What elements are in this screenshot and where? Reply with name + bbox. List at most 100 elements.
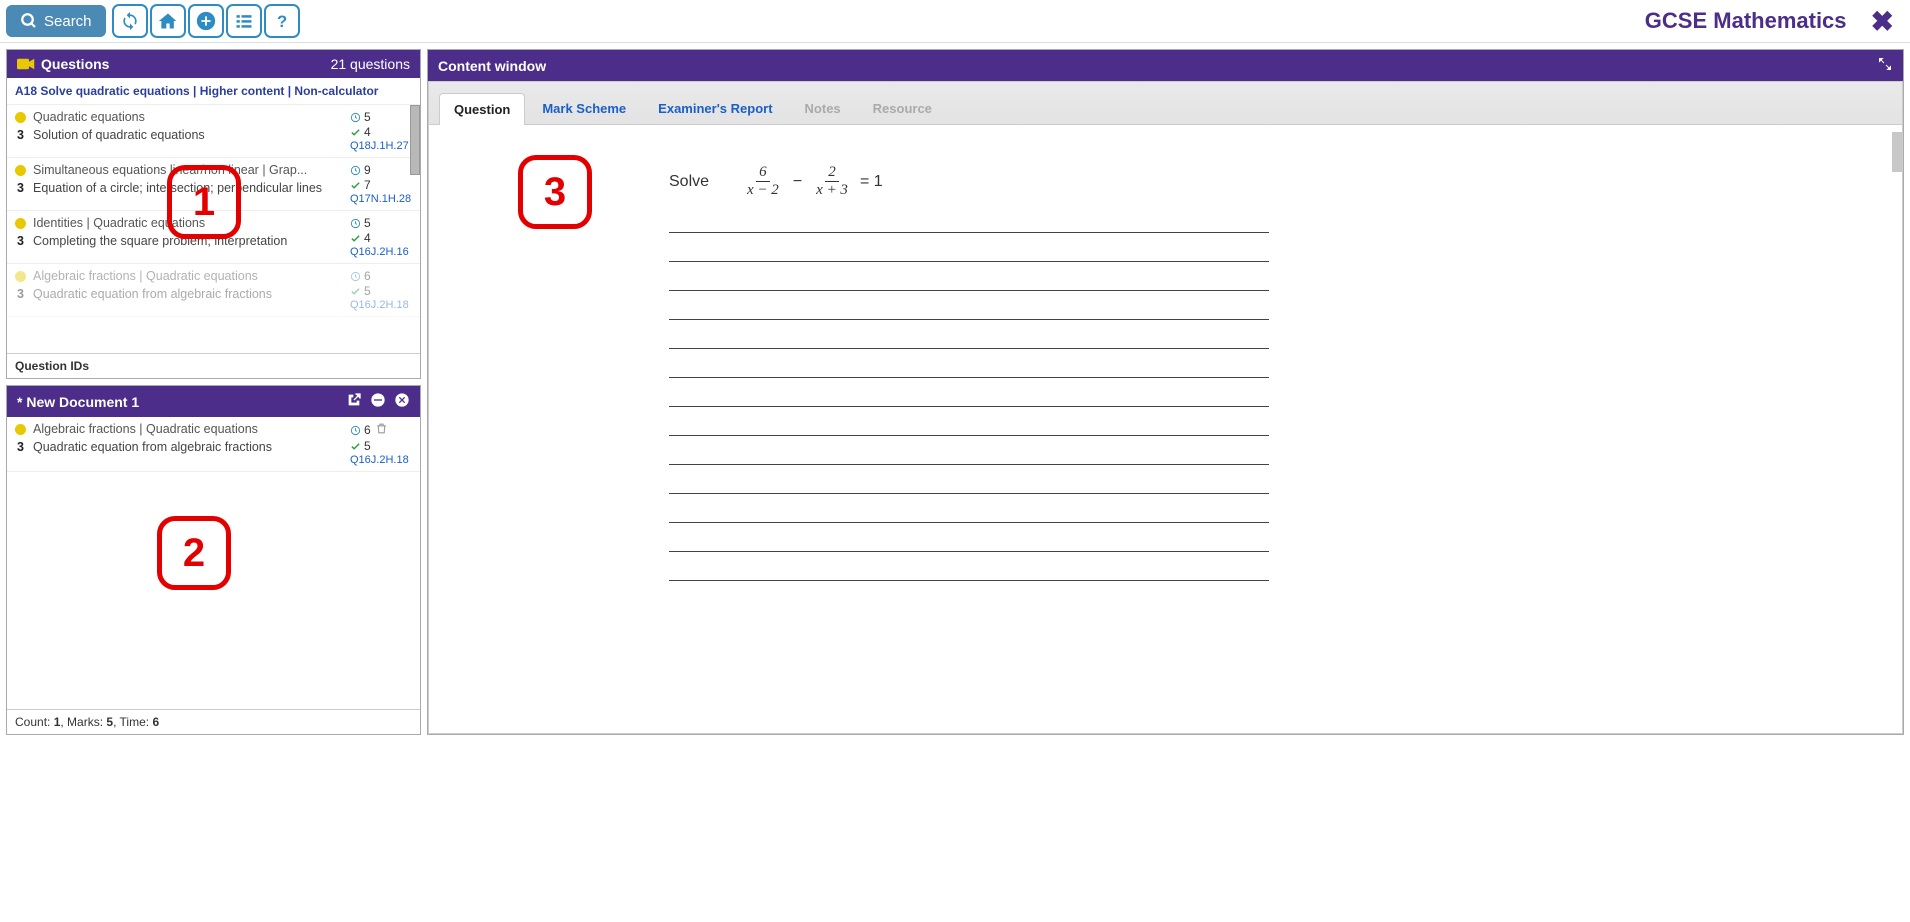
tab-resource: Resource bbox=[858, 92, 947, 124]
close-button[interactable]: ✖ bbox=[1871, 5, 1894, 38]
close-doc-button[interactable] bbox=[394, 392, 410, 411]
content-body: QuestionMark SchemeExaminer's ReportNote… bbox=[428, 81, 1903, 734]
help-button[interactable]: ? bbox=[264, 4, 300, 38]
difficulty-dot bbox=[15, 424, 26, 435]
answer-line bbox=[669, 435, 1269, 436]
tab-examiner-s-report[interactable]: Examiner's Report bbox=[643, 92, 787, 124]
list-icon bbox=[234, 11, 254, 31]
expand-button[interactable] bbox=[1877, 56, 1893, 75]
difficulty-dot bbox=[15, 112, 26, 123]
difficulty-dot bbox=[15, 218, 26, 229]
clock-icon bbox=[350, 425, 361, 436]
page-title: GCSE Mathematics bbox=[1645, 8, 1847, 34]
scrollbar[interactable] bbox=[410, 105, 420, 175]
equals-sign: = 1 bbox=[860, 173, 883, 191]
question-id-link[interactable]: Q16J.2H.16 bbox=[350, 246, 412, 258]
refresh-button[interactable] bbox=[112, 4, 148, 38]
question-subtitle: Quadratic equation from algebraic fracti… bbox=[33, 440, 272, 454]
answer-line bbox=[669, 522, 1269, 523]
refresh-icon bbox=[120, 11, 140, 31]
answer-line bbox=[669, 377, 1269, 378]
frac2-den: x + 3 bbox=[813, 182, 851, 198]
check-icon bbox=[350, 286, 361, 297]
count-label: Count: bbox=[15, 715, 54, 729]
check-icon bbox=[350, 441, 361, 452]
question-title: Quadratic equations bbox=[33, 110, 145, 124]
question-item[interactable]: Algebraic fractions | Quadratic equation… bbox=[7, 264, 420, 317]
question-id-link[interactable]: Q16J.2H.18 bbox=[350, 454, 412, 466]
difficulty-dot bbox=[15, 271, 26, 282]
question-id-link[interactable]: Q18J.1H.27 bbox=[350, 140, 412, 152]
time-value: 5 bbox=[364, 110, 371, 124]
fraction-2: 2 x + 3 bbox=[813, 165, 851, 198]
difficulty-dot bbox=[15, 165, 26, 176]
tab-question[interactable]: Question bbox=[439, 93, 525, 125]
question-number: 3 bbox=[15, 440, 26, 454]
check-icon bbox=[350, 180, 361, 191]
question-item[interactable]: Algebraic fractions | Quadratic equation… bbox=[7, 417, 420, 472]
check-icon bbox=[350, 127, 361, 138]
open-external-button[interactable] bbox=[346, 392, 362, 411]
svg-text:?: ? bbox=[277, 12, 287, 31]
main: Questions 21 questions A18 Solve quadrat… bbox=[0, 43, 1910, 741]
marks-value: 7 bbox=[364, 178, 371, 192]
document-panel: * New Document 1 Algebraic fractions | Q… bbox=[6, 385, 421, 735]
marks-value: 4 bbox=[364, 231, 371, 245]
marks-value: 4 bbox=[364, 125, 371, 139]
question-icon: ? bbox=[272, 11, 292, 31]
clock-icon bbox=[350, 218, 361, 229]
content-scrollbar[interactable] bbox=[1892, 132, 1902, 172]
search-button[interactable]: Search bbox=[6, 5, 106, 37]
document-list[interactable]: Algebraic fractions | Quadratic equation… bbox=[7, 417, 420, 709]
frac1-den: x − 2 bbox=[744, 182, 782, 198]
answer-line bbox=[669, 348, 1269, 349]
question-item[interactable]: Quadratic equations 3 Solution of quadrat… bbox=[7, 105, 420, 158]
question-subtitle: Solution of quadratic equations bbox=[33, 128, 205, 142]
plus-circle-icon bbox=[195, 10, 217, 32]
content-tabs: QuestionMark SchemeExaminer's ReportNote… bbox=[429, 82, 1902, 125]
expand-icon bbox=[1877, 56, 1893, 72]
topbar: Search ? GCSE Mathematics ✖ bbox=[0, 0, 1910, 43]
answer-lines bbox=[509, 232, 1822, 581]
camera-icon bbox=[17, 57, 35, 71]
time-label: , Time: bbox=[113, 715, 152, 729]
question-subtitle: Completing the square problem; interpret… bbox=[33, 234, 287, 248]
question-number: 3 bbox=[15, 181, 26, 195]
title-area: GCSE Mathematics ✖ bbox=[1645, 5, 1904, 38]
add-button[interactable] bbox=[188, 4, 224, 38]
question-subtitle: Equation of a circle; intersection; perp… bbox=[33, 181, 322, 195]
question-prompt: Solve bbox=[669, 173, 709, 191]
document-title: * New Document 1 bbox=[17, 394, 139, 410]
marks-value: 5 bbox=[364, 439, 371, 453]
time-value: 9 bbox=[364, 163, 371, 177]
delete-button[interactable] bbox=[375, 422, 391, 438]
questions-breadcrumb[interactable]: A18 Solve quadratic equations | Higher c… bbox=[7, 78, 420, 105]
left-column: Questions 21 questions A18 Solve quadrat… bbox=[6, 49, 421, 735]
answer-line bbox=[669, 406, 1269, 407]
answer-line bbox=[669, 261, 1269, 262]
question-id-link[interactable]: Q16J.2H.18 bbox=[350, 299, 412, 311]
question-id-link[interactable]: Q17N.1H.28 bbox=[350, 193, 412, 205]
clock-icon bbox=[350, 271, 361, 282]
minimize-button[interactable] bbox=[370, 392, 386, 411]
answer-line bbox=[669, 580, 1269, 581]
question-text: Solve 6 x − 2 − 2 x + 3 = 1 bbox=[669, 165, 1822, 198]
content-header: Content window bbox=[428, 50, 1903, 81]
questions-title: Questions bbox=[41, 56, 109, 72]
question-item[interactable]: Simultaneous equations linear/non linear… bbox=[7, 158, 420, 211]
questions-list[interactable]: Quadratic equations 3 Solution of quadrat… bbox=[7, 105, 420, 353]
content-panel: Content window QuestionMark SchemeExamin… bbox=[427, 49, 1904, 735]
answer-line bbox=[669, 319, 1269, 320]
search-icon bbox=[20, 12, 38, 30]
fraction-1: 6 x − 2 bbox=[744, 165, 782, 198]
document-header: * New Document 1 bbox=[7, 386, 420, 417]
list-button[interactable] bbox=[226, 4, 262, 38]
question-item[interactable]: Identities | Quadratic equations 3Comple… bbox=[7, 211, 420, 264]
question-ids-footer[interactable]: Question IDs bbox=[7, 353, 420, 378]
question-title: Algebraic fractions | Quadratic equation… bbox=[33, 422, 258, 436]
home-button[interactable] bbox=[150, 4, 186, 38]
right-column: Content window QuestionMark SchemeExamin… bbox=[427, 49, 1904, 735]
question-number: 3 bbox=[15, 128, 26, 142]
tab-notes: Notes bbox=[790, 92, 856, 124]
tab-mark-scheme[interactable]: Mark Scheme bbox=[527, 92, 641, 124]
